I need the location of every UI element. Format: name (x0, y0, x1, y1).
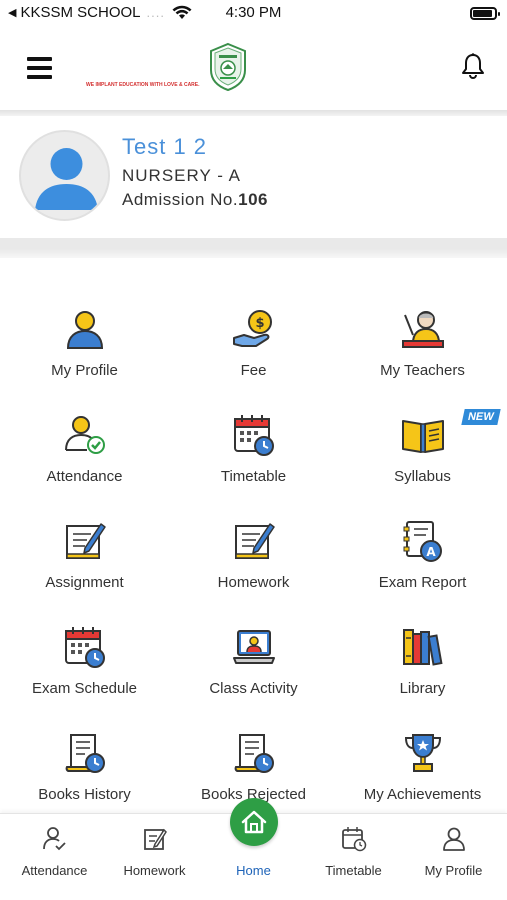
tile-label: Library (399, 680, 446, 697)
status-bar: ◀ KKSSM SCHOOL .... 4:30 PM (0, 0, 507, 28)
notepad-pen-icon (234, 523, 275, 559)
tile-label: Books History (38, 786, 131, 803)
tile-my-profile[interactable]: My Profile (0, 293, 169, 399)
tile-homework[interactable]: Homework (169, 505, 338, 611)
battery-icon (470, 7, 500, 20)
tile-class-activity[interactable]: Class Activity (169, 611, 338, 717)
nav-homework[interactable]: Homework (104, 814, 205, 900)
tile-label: Exam Report (378, 574, 467, 591)
tile-timetable[interactable]: Timetable (169, 399, 338, 505)
tile-books-history[interactable]: Books History (0, 717, 169, 813)
svg-text:A: A (426, 545, 436, 559)
section-divider (0, 238, 507, 258)
user-outline-icon (442, 827, 465, 851)
bottom-navigation: Attendance Homework Home Timetable My Pr… (0, 798, 507, 900)
tile-label: Fee (240, 362, 267, 379)
open-book-icon (401, 420, 444, 453)
laptop-user-icon (232, 630, 275, 664)
tile-fee[interactable]: $ Fee (169, 293, 338, 399)
tile-library[interactable]: Library (338, 611, 507, 717)
clock: 4:30 PM (225, 4, 282, 21)
calendar-clock-icon (233, 415, 274, 456)
tile-label: Homework (217, 574, 290, 591)
notification-bell-icon[interactable] (460, 52, 486, 80)
tile-syllabus[interactable]: NEW Syllabus (338, 399, 507, 505)
teacher-icon (401, 311, 444, 348)
report-grade-icon: A (403, 521, 442, 562)
notepad-pen-icon (143, 828, 167, 850)
tile-exam-schedule[interactable]: Exam Schedule (0, 611, 169, 717)
tile-my-teachers[interactable]: My Teachers (338, 293, 507, 399)
tile-label: Assignment (45, 574, 124, 591)
school-tagline: WE IMPLANT EDUCATION WITH LOVE & CARE. (86, 82, 200, 88)
avatar[interactable] (19, 130, 110, 221)
nav-label: Homework (123, 863, 186, 878)
tile-label: My Teachers (380, 362, 465, 379)
tile-exam-report[interactable]: A Exam Report (338, 505, 507, 611)
tile-label: Timetable (220, 468, 287, 485)
trophy-icon (404, 734, 441, 772)
tile-label: Syllabus (394, 468, 451, 485)
feature-grid: My Profile $ Fee My Teachers Attendance (0, 293, 507, 813)
admission-number: Admission No.106 (122, 190, 268, 210)
tile-label: Attendance (46, 468, 123, 485)
svg-text:$: $ (255, 316, 264, 331)
tile-assignment[interactable]: Assignment (0, 505, 169, 611)
nav-timetable[interactable]: Timetable (303, 814, 404, 900)
tile-my-achievements[interactable]: My Achievements (338, 717, 507, 813)
nav-home[interactable]: Home (203, 798, 304, 900)
calendar-clock-icon (341, 827, 366, 852)
user-check-icon (42, 827, 66, 851)
school-logo (210, 42, 246, 92)
student-name: Test 1 2 (122, 134, 208, 159)
nav-label: Timetable (325, 863, 382, 878)
tile-label: Class Activity (209, 680, 298, 697)
books-shelf-icon (402, 629, 443, 666)
nav-my-profile[interactable]: My Profile (403, 814, 504, 900)
admission-value: 106 (238, 190, 268, 209)
nav-label: My Profile (424, 863, 483, 878)
attendance-check-icon (64, 416, 105, 454)
admission-label: Admission No. (122, 190, 239, 209)
tile-label: My Achievements (363, 786, 482, 803)
tile-label: My Profile (51, 362, 118, 379)
app-header: WE IMPLANT EDUCATION WITH LOVE & CARE. (0, 28, 507, 110)
user-icon (66, 311, 103, 349)
nav-label: Attendance (21, 863, 88, 878)
fee-coin-hand-icon: $ (232, 310, 272, 347)
home-button[interactable] (230, 798, 278, 846)
scroll-clock-icon (234, 734, 274, 773)
menu-icon[interactable] (27, 57, 52, 79)
student-profile-card[interactable]: Test 1 2 NURSERY - A Admission No.106 (0, 116, 507, 238)
nav-attendance[interactable]: Attendance (4, 814, 105, 900)
scroll-clock-icon (65, 734, 105, 773)
calendar-clock-icon (64, 627, 105, 668)
student-class: NURSERY - A (122, 166, 242, 185)
battery-fill (473, 10, 492, 17)
notepad-pen-icon (65, 523, 106, 559)
home-icon (241, 810, 267, 834)
avatar-placeholder-icon (35, 148, 98, 210)
tile-attendance[interactable]: Attendance (0, 399, 169, 505)
nav-label: Home (236, 863, 271, 878)
tile-label: Exam Schedule (31, 680, 138, 697)
